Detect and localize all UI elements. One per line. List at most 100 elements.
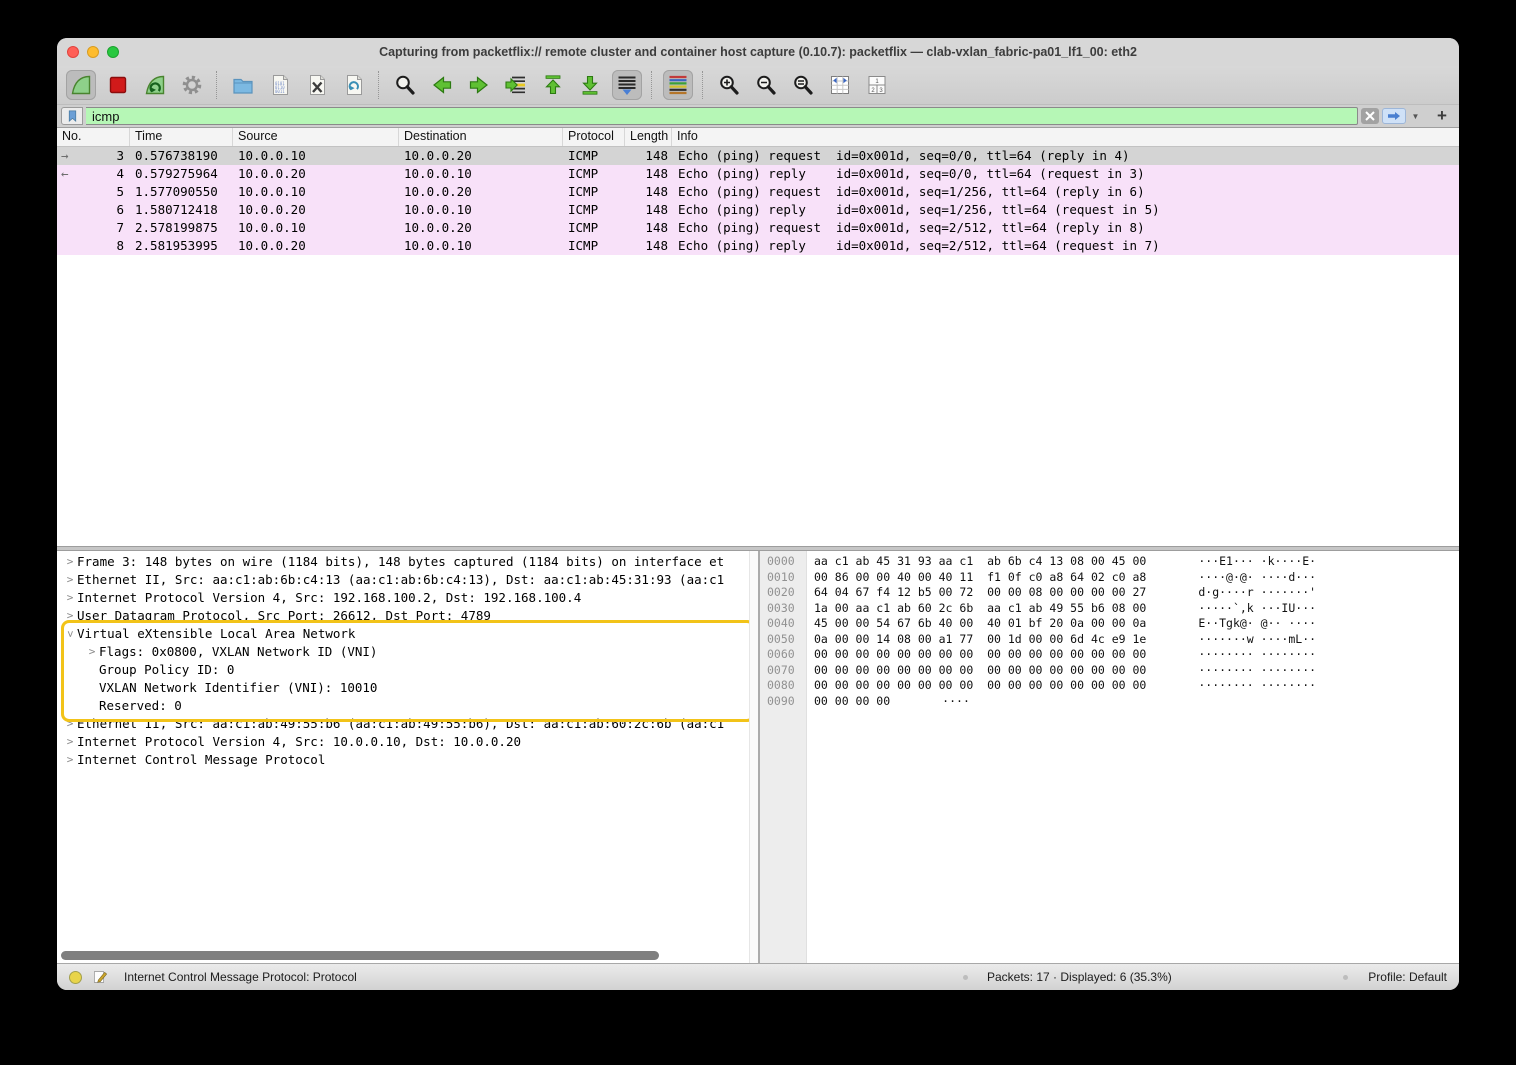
chevron-collapsed-icon[interactable]: > <box>85 643 99 661</box>
details-horizontal-scrollbar[interactable] <box>61 951 659 960</box>
go-last-packet-button[interactable] <box>575 70 605 100</box>
column-header-length[interactable]: Length <box>625 128 672 146</box>
detail-text: Internet Protocol Version 4, Src: 10.0.0… <box>77 733 521 751</box>
hex-row-0040[interactable]: 004045 00 00 54 67 6b 40 00 40 01 bf 20 … <box>760 616 1459 632</box>
chevron-expanded-icon[interactable]: > <box>61 627 79 641</box>
filter-history-dropdown[interactable]: ▼ <box>1409 108 1422 124</box>
column-header-time[interactable]: Time <box>130 128 233 146</box>
go-first-packet-button[interactable] <box>538 70 568 100</box>
chevron-collapsed-icon[interactable]: > <box>63 715 77 733</box>
filter-clear-button[interactable] <box>1361 108 1379 124</box>
hex-row-0050[interactable]: 00500a 00 00 14 08 00 a1 77 00 1d 00 00 … <box>760 632 1459 648</box>
capture-comment-icon[interactable] <box>92 969 108 985</box>
window-title: Capturing from packetflix:// remote clus… <box>57 45 1459 59</box>
hex-row-0070[interactable]: 007000 00 00 00 00 00 00 00 00 00 00 00 … <box>760 663 1459 679</box>
zoom-window-button[interactable] <box>107 46 119 58</box>
cell-protocol: ICMP <box>563 201 625 219</box>
zoom-in-button[interactable] <box>714 70 744 100</box>
chevron-collapsed-icon[interactable]: > <box>63 607 77 625</box>
find-packet-button[interactable] <box>390 70 420 100</box>
detail-line[interactable]: >Flags: 0x0800, VXLAN Network ID (VNI) <box>57 643 748 661</box>
packet-row-3[interactable]: →30.57673819010.0.0.1010.0.0.20ICMP148Ec… <box>57 147 1459 165</box>
resize-columns-button[interactable] <box>825 70 855 100</box>
column-header-no[interactable]: No. <box>57 128 130 146</box>
hex-bytes: 00 00 00 00 00 00 00 00 00 00 00 00 00 0… <box>814 663 1146 677</box>
detail-line[interactable]: >Internet Protocol Version 4, Src: 192.1… <box>57 589 748 607</box>
packet-row-7[interactable]: 72.57819987510.0.0.1010.0.0.20ICMP148Ech… <box>57 219 1459 237</box>
detail-line[interactable]: >Internet Protocol Version 4, Src: 10.0.… <box>57 733 748 751</box>
column-header-info[interactable]: Info <box>672 128 1459 146</box>
cell-destination: 10.0.0.10 <box>399 237 563 255</box>
go-forward-button[interactable] <box>464 70 494 100</box>
zoom-out-button[interactable] <box>751 70 781 100</box>
detail-line[interactable]: >User Datagram Protocol, Src Port: 26612… <box>57 607 748 625</box>
cell-source: 10.0.0.10 <box>233 183 399 201</box>
go-back-button[interactable] <box>427 70 457 100</box>
cell-no: 6 <box>57 201 130 219</box>
chevron-collapsed-icon[interactable]: > <box>63 751 77 769</box>
chevron-collapsed-icon[interactable]: > <box>63 589 77 607</box>
hex-offset: 0060 <box>767 647 795 663</box>
ascii-bytes: d·g····r ·······' <box>1198 585 1316 599</box>
save-file-button[interactable]: 010101100011 <box>265 70 295 100</box>
chevron-collapsed-icon[interactable]: > <box>63 571 77 589</box>
column-header-protocol[interactable]: Protocol <box>563 128 625 146</box>
packet-row-5[interactable]: 51.57709055010.0.0.1010.0.0.20ICMP148Ech… <box>57 183 1459 201</box>
detail-line[interactable]: VXLAN Network Identifier (VNI): 10010 <box>57 679 748 697</box>
display-filter-input[interactable]: icmp <box>86 107 1358 125</box>
detail-line[interactable]: Reserved: 0 <box>57 697 748 715</box>
layout-pages-button[interactable]: 123 <box>862 70 892 100</box>
open-file-button[interactable] <box>228 70 258 100</box>
start-capture-button[interactable] <box>66 70 96 100</box>
hex-row-0000[interactable]: 0000aa c1 ab 45 31 93 aa c1 ab 6b c4 13 … <box>760 554 1459 570</box>
svg-text:0011: 0011 <box>275 89 285 94</box>
cell-info: Echo (ping) request id=0x001d, seq=0/0, … <box>672 147 1459 165</box>
hex-bytes: 64 04 67 f4 12 b5 00 72 00 00 08 00 00 0… <box>814 585 1146 599</box>
packet-number: 4 <box>116 165 124 183</box>
detail-line[interactable]: >Frame 3: 148 bytes on wire (1184 bits),… <box>57 553 748 571</box>
detail-line[interactable]: >Ethernet II, Src: aa:c1:ab:6b:c4:13 (aa… <box>57 571 748 589</box>
filter-apply-button[interactable] <box>1382 108 1406 124</box>
hex-bytes: 00 00 00 00 <box>814 694 890 708</box>
auto-scroll-button[interactable] <box>612 70 642 100</box>
close-file-button[interactable] <box>302 70 332 100</box>
filter-bookmark-button[interactable] <box>61 107 83 125</box>
chevron-collapsed-icon[interactable]: > <box>63 733 77 751</box>
filter-add-button[interactable]: + <box>1431 108 1453 124</box>
reload-file-button[interactable] <box>339 70 369 100</box>
capture-options-button[interactable] <box>177 70 207 100</box>
chevron-collapsed-icon[interactable]: > <box>63 553 77 571</box>
expert-info-icon[interactable] <box>69 971 82 984</box>
hex-row-0080[interactable]: 008000 00 00 00 00 00 00 00 00 00 00 00 … <box>760 678 1459 694</box>
cell-info: Echo (ping) reply id=0x001d, seq=2/512, … <box>672 237 1459 255</box>
colorize-packets-button[interactable] <box>663 70 693 100</box>
hex-row-0030[interactable]: 00301a 00 aa c1 ab 60 2c 6b aa c1 ab 49 … <box>760 601 1459 617</box>
hex-row-0060[interactable]: 006000 00 00 00 00 00 00 00 00 00 00 00 … <box>760 647 1459 663</box>
zoom-original-button[interactable] <box>788 70 818 100</box>
hex-row-0090[interactable]: 009000 00 00 00···· <box>760 694 1459 710</box>
save-file-icon: 010101100011 <box>268 73 292 97</box>
details-vertical-scrollbar[interactable] <box>749 551 758 963</box>
stop-capture-button[interactable] <box>103 70 133 100</box>
detail-line[interactable]: >Ethernet II, Src: aa:c1:ab:49:55:b6 (aa… <box>57 715 748 733</box>
packet-row-8[interactable]: 82.58195399510.0.0.2010.0.0.10ICMP148Ech… <box>57 237 1459 255</box>
close-window-button[interactable] <box>67 46 79 58</box>
restart-capture-button[interactable] <box>140 70 170 100</box>
packet-row-4[interactable]: ←40.57927596410.0.0.2010.0.0.10ICMP148Ec… <box>57 165 1459 183</box>
detail-line[interactable]: Group Policy ID: 0 <box>57 661 748 679</box>
hex-bytes: 1a 00 aa c1 ab 60 2c 6b aa c1 ab 49 55 b… <box>814 601 1146 615</box>
hex-row-0020[interactable]: 002064 04 67 f4 12 b5 00 72 00 00 08 00 … <box>760 585 1459 601</box>
detail-line[interactable]: >Virtual eXtensible Local Area Network <box>57 625 748 643</box>
column-header-destination[interactable]: Destination <box>399 128 563 146</box>
hex-row-0010[interactable]: 001000 86 00 00 40 00 40 11 f1 0f c0 a8 … <box>760 570 1459 586</box>
ascii-bytes: E··Tgk@· @·· ···· <box>1198 616 1316 630</box>
column-header-source[interactable]: Source <box>233 128 399 146</box>
cell-protocol: ICMP <box>563 147 625 165</box>
packet-row-6[interactable]: 61.58071241810.0.0.2010.0.0.10ICMP148Ech… <box>57 201 1459 219</box>
minimize-window-button[interactable] <box>87 46 99 58</box>
status-profile[interactable]: Profile: Default <box>1368 970 1447 984</box>
go-to-packet-button[interactable] <box>501 70 531 100</box>
detail-line[interactable]: >Internet Control Message Protocol <box>57 751 748 769</box>
cell-info: Echo (ping) reply id=0x001d, seq=1/256, … <box>672 201 1459 219</box>
hex-offset: 0090 <box>767 694 795 710</box>
